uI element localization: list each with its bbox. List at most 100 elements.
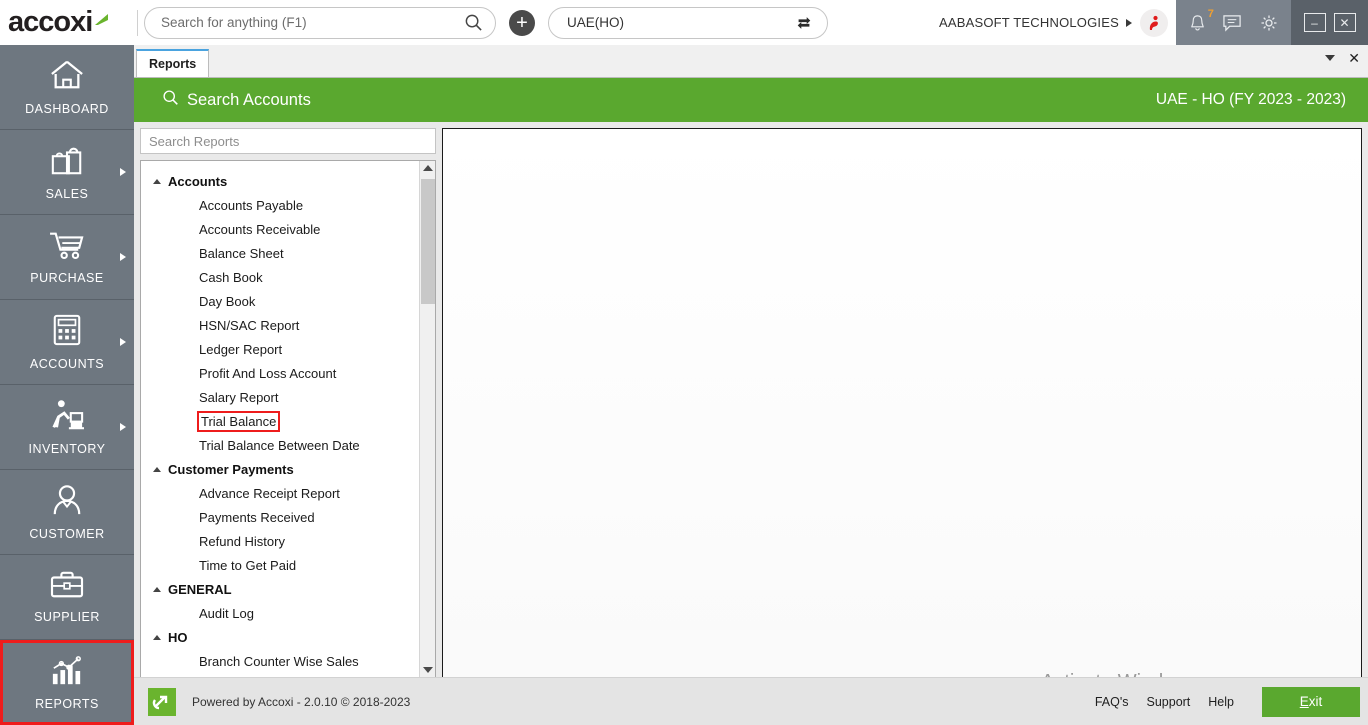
bell-icon[interactable]: 7 — [1188, 8, 1214, 33]
shopping-bag-icon — [49, 143, 85, 182]
chevron-right-icon[interactable] — [120, 423, 126, 431]
sidebar-item-customer[interactable]: CUSTOMER — [0, 470, 134, 555]
reports-tree: Accounts Accounts Payable Accounts Receiva… — [141, 161, 419, 677]
report-item-salary-report[interactable]: Salary Report — [141, 385, 419, 409]
chevron-up-icon[interactable] — [153, 466, 161, 472]
report-item-label: Accounts Receivable — [199, 221, 321, 237]
report-item-accounts-receivable[interactable]: Accounts Receivable — [141, 217, 419, 241]
report-item-advance-receipt-report[interactable]: Advance Receipt Report — [141, 481, 419, 505]
report-item-trial-balance-between-date[interactable]: Trial Balance Between Date — [141, 433, 419, 457]
report-item-branch-counter-wise-sales[interactable]: Branch Counter Wise Sales — [141, 649, 419, 673]
footer-link-support[interactable]: Support — [1147, 695, 1191, 709]
sidebar-item-label: SALES — [45, 187, 89, 201]
report-viewer: Activate Windows Go to Settings to activ… — [442, 128, 1362, 712]
global-search[interactable] — [144, 6, 496, 39]
report-item-label: Salary Report — [199, 389, 279, 405]
chevron-up-icon[interactable] — [153, 586, 161, 592]
briefcase-icon — [49, 570, 85, 605]
report-item-label: Refund History — [199, 533, 285, 549]
scrollbar-thumb[interactable] — [421, 179, 435, 304]
report-group-label: HO — [168, 629, 188, 645]
logo-accent-mark — [95, 14, 108, 25]
report-item-label: HSN/SAC Report — [199, 317, 300, 333]
exit-button[interactable]: Exit — [1262, 686, 1360, 717]
report-group-label: GENERAL — [168, 581, 232, 597]
logo-divider — [137, 9, 138, 36]
sidebar-item-supplier[interactable]: SUPPLIER — [0, 555, 134, 640]
footer-links: FAQ's Support Help Exit — [1095, 686, 1360, 717]
report-item-hsn-sac-report[interactable]: HSN/SAC Report — [141, 313, 419, 337]
minimize-button[interactable]: – — [1303, 13, 1326, 32]
chevron-up-icon[interactable] — [153, 178, 161, 184]
report-item-payments-received[interactable]: Payments Received — [141, 505, 419, 529]
report-item-refund-history[interactable]: Refund History — [141, 529, 419, 553]
branch-selector-value: UAE(HO) — [567, 15, 624, 30]
footer-link-faq-s[interactable]: FAQ's — [1095, 695, 1129, 709]
add-new-button[interactable]: + — [509, 9, 535, 36]
report-item-day-book[interactable]: Day Book — [141, 289, 419, 313]
report-group-customer-payments[interactable]: Customer Payments — [141, 457, 419, 481]
footer-link-help[interactable]: Help — [1208, 695, 1234, 709]
content-area: Reports ✕ Search Accounts UAE - HO (FY 2… — [134, 45, 1368, 725]
sidebar-item-sales[interactable]: SALES — [0, 130, 134, 215]
branch-selector[interactable]: UAE(HO) — [548, 6, 828, 39]
sidebar-item-accounts[interactable]: ACCOUNTS — [0, 300, 134, 385]
chevron-right-icon[interactable] — [120, 338, 126, 346]
company-name: AABASOFT TECHNOLOGIES — [939, 15, 1119, 30]
global-search-input[interactable] — [161, 15, 464, 30]
page-header-left: Search Accounts — [162, 89, 311, 111]
report-item-label: Balance Sheet — [199, 245, 284, 261]
application-window: accoxi + UAE(HO) AABASOFT TECHNOLOGIES — [0, 0, 1368, 725]
scroll-up-arrow[interactable] — [422, 165, 433, 171]
user-avatar[interactable] — [1140, 8, 1168, 37]
report-group-ho[interactable]: HO — [141, 625, 419, 649]
report-item-ledger-report[interactable]: Ledger Report — [141, 337, 419, 361]
report-group-accounts[interactable]: Accounts — [141, 169, 419, 193]
reports-scrollbar[interactable] — [419, 161, 435, 677]
report-item-balance-sheet[interactable]: Balance Sheet — [141, 241, 419, 265]
report-item-profit-and-loss-account[interactable]: Profit And Loss Account — [141, 361, 419, 385]
report-item-label: Day Book — [199, 293, 256, 309]
sidebar-item-label: ACCOUNTS — [29, 357, 105, 371]
chevron-right-icon[interactable] — [120, 253, 126, 261]
body-area: Accounts Accounts Payable Accounts Receiva… — [134, 122, 1368, 712]
notification-badge: 7 — [1207, 7, 1214, 20]
report-item-label: Advance Receipt Report — [199, 485, 340, 501]
message-icon[interactable] — [1222, 13, 1243, 32]
reports-search[interactable] — [140, 128, 436, 154]
report-item-accounts-payable[interactable]: Accounts Payable — [141, 193, 419, 217]
system-icons: 7 — [1176, 0, 1291, 45]
report-item-audit-log[interactable]: Audit Log — [141, 601, 419, 625]
switch-branch-icon[interactable] — [795, 14, 813, 32]
sidebar-item-label: INVENTORY — [28, 442, 106, 456]
close-icon[interactable]: ✕ — [1348, 51, 1360, 65]
report-item-label: Audit Log — [199, 605, 254, 621]
sidebar-item-purchase[interactable]: PURCHASE — [0, 215, 134, 300]
report-group-general[interactable]: GENERAL — [141, 577, 419, 601]
search-icon[interactable] — [464, 13, 483, 32]
sidebar-item-inventory[interactable]: INVENTORY — [0, 385, 134, 470]
company-selector[interactable]: AABASOFT TECHNOLOGIES — [939, 0, 1176, 45]
footer-bar: Powered by Accoxi - 2.0.10 © 2018-2023 F… — [134, 677, 1368, 725]
chevron-down-icon[interactable] — [1325, 55, 1336, 61]
report-item-trial-balance[interactable]: Trial Balance — [141, 409, 419, 433]
close-button[interactable]: ✕ — [1333, 13, 1356, 32]
home-icon — [48, 58, 86, 97]
app-logo: accoxi — [0, 6, 137, 39]
warehouse-worker-icon — [48, 398, 86, 437]
report-item-cash-book[interactable]: Cash Book — [141, 265, 419, 289]
calculator-icon — [51, 313, 83, 352]
reports-search-input[interactable] — [149, 133, 427, 149]
report-item-label: Ledger Report — [199, 341, 283, 357]
shopping-cart-icon — [48, 229, 86, 266]
chevron-right-icon[interactable] — [1126, 18, 1132, 27]
exit-button-mnemonic: E — [1299, 694, 1309, 709]
scroll-down-arrow[interactable] — [422, 667, 433, 673]
chevron-up-icon[interactable] — [153, 634, 161, 640]
tab-reports[interactable]: Reports — [136, 49, 210, 77]
gear-icon[interactable] — [1259, 13, 1279, 33]
report-item-time-to-get-paid[interactable]: Time to Get Paid — [141, 553, 419, 577]
sidebar-item-reports[interactable]: REPORTS — [0, 640, 134, 725]
chevron-right-icon[interactable] — [120, 168, 126, 176]
sidebar-item-dashboard[interactable]: DASHBOARD — [0, 45, 134, 130]
